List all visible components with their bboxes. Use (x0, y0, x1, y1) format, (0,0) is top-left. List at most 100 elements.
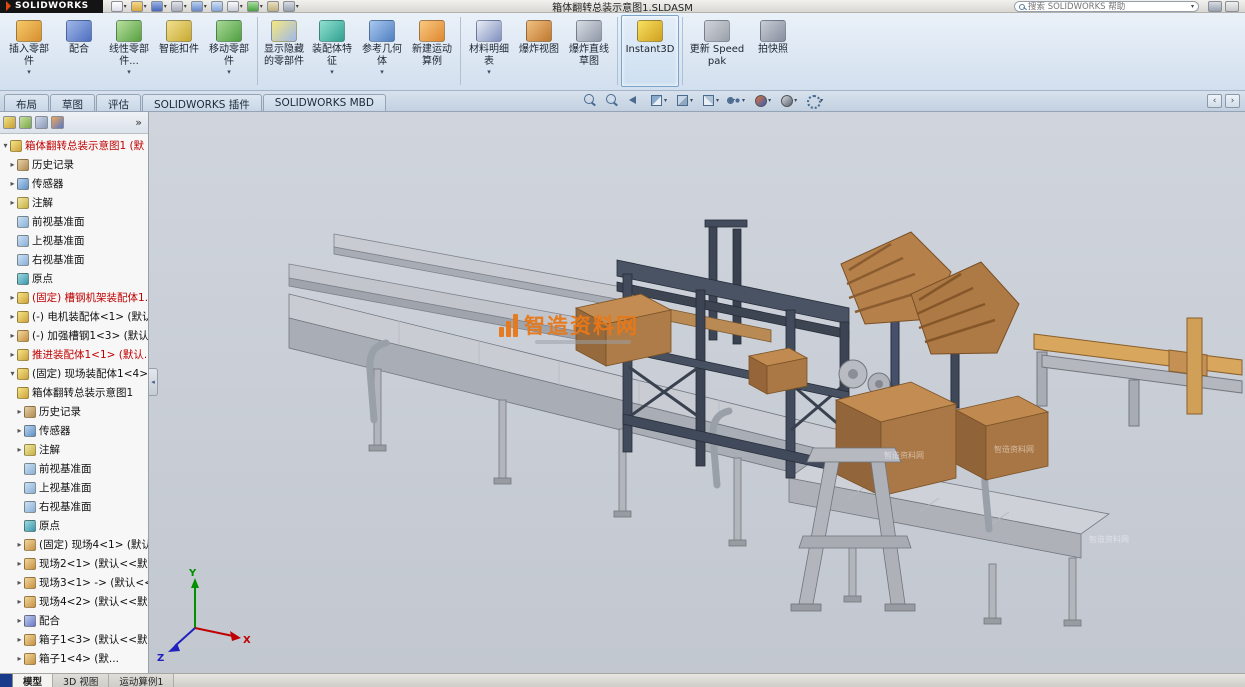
save-button[interactable]: ▾ (151, 1, 167, 12)
help-search-box[interactable]: ▾ (1014, 1, 1199, 12)
configurationmanager-tab[interactable] (35, 116, 48, 129)
view-settings-button[interactable]: ▾ (804, 93, 823, 107)
ribbon-button-linear-component-pattern[interactable]: 线性零部件...▾ (104, 15, 154, 87)
undo-button[interactable]: ▾ (191, 1, 207, 12)
command-tab-0[interactable]: 布局 (4, 94, 49, 111)
expand-arrow-icon[interactable]: ▾ (8, 369, 17, 378)
open-button[interactable]: ▾ (131, 1, 147, 12)
expand-arrow-icon[interactable]: ▸ (8, 350, 17, 359)
command-tab-2[interactable]: 评估 (96, 94, 141, 111)
tree-item[interactable]: 上视基准面 (0, 478, 148, 497)
tree-item[interactable]: 右视基准面 (0, 497, 148, 516)
tree-item[interactable]: 上视基准面 (0, 231, 148, 250)
expand-arrow-icon[interactable]: ▸ (8, 293, 17, 302)
ribbon-button-mate[interactable]: 配合 (54, 15, 104, 87)
zoom-area-button[interactable] (604, 93, 619, 107)
tree-item[interactable]: 前视基准面 (0, 212, 148, 231)
status-tab-0[interactable]: 模型 (13, 674, 53, 687)
expand-arrow-icon[interactable]: ▸ (15, 635, 24, 644)
rebuild-button[interactable]: ▾ (247, 1, 263, 12)
search-input[interactable] (1028, 2, 1188, 12)
status-tab-1[interactable]: 3D 视图 (53, 674, 109, 687)
command-tab-3[interactable]: SOLIDWORKS 插件 (142, 94, 262, 111)
ribbon-button-instant3d[interactable]: Instant3D (621, 15, 679, 87)
ribbon-button-exploded-view[interactable]: 爆炸视图 (514, 15, 564, 87)
window-menu-icon[interactable] (1225, 1, 1239, 12)
tree-item[interactable]: ▸现场4<2> (默认<<默 (0, 592, 148, 611)
expand-arrow-icon[interactable]: ▸ (15, 426, 24, 435)
status-tab-2[interactable]: 运动算例1 (109, 674, 174, 687)
file-properties-button[interactable] (267, 1, 279, 12)
tree-item[interactable]: ▸箱子1<3> (默认<<默认 (0, 630, 148, 649)
ribbon-button-update-speedpak[interactable]: 更新 Speedpak (686, 15, 748, 87)
commandmanager-prev-button[interactable]: ‹ (1207, 94, 1222, 108)
tab-strip-corner[interactable] (0, 674, 13, 687)
edit-appearance-button[interactable]: ▾ (752, 93, 771, 107)
tree-item[interactable]: ▸现场2<1> (默认<<默 (0, 554, 148, 573)
previous-view-button[interactable] (626, 93, 641, 107)
expand-arrow-icon[interactable]: ▸ (15, 578, 24, 587)
tree-item[interactable]: ▸注解 (0, 440, 148, 459)
expand-arrow-icon[interactable]: ▸ (15, 654, 24, 663)
command-tab-1[interactable]: 草图 (50, 94, 95, 111)
tree-item[interactable]: ▸(固定) 槽钢机架装配体1... (0, 288, 148, 307)
tree-item[interactable]: 箱体翻转总装示意图1 (0, 383, 148, 402)
expand-arrow-icon[interactable]: ▸ (15, 407, 24, 416)
featuremanager-flyout-arrow[interactable]: ◂ (149, 368, 158, 396)
ribbon-button-move-component[interactable]: 移动零部件▾ (204, 15, 254, 87)
new-button[interactable]: ▾ (111, 1, 127, 12)
propertymanager-tab[interactable] (19, 116, 32, 129)
tree-item[interactable]: ▸现场3<1> -> (默认<< (0, 573, 148, 592)
tree-item[interactable]: ▸历史记录 (0, 155, 148, 174)
help-icon[interactable] (1208, 1, 1222, 12)
zoom-fit-button[interactable] (582, 93, 597, 107)
viewport[interactable]: 智造资料网 智造资料网 智造资料网 Y X Z 智造资料网 (149, 112, 1245, 673)
tree-item[interactable]: ▸箱子1<4> (默... (0, 649, 148, 668)
search-caret-icon[interactable]: ▾ (1191, 3, 1194, 10)
tree-item[interactable]: ▸推进装配体1<1> (默认... (0, 345, 148, 364)
ribbon-button-insert-component[interactable]: 插入零部件▾ (4, 15, 54, 87)
hide-show-items-button[interactable]: ▾ (726, 93, 745, 107)
ribbon-button-explode-line-sketch[interactable]: 爆炸直线草图 (564, 15, 614, 87)
expand-arrow-icon[interactable]: ▸ (8, 160, 17, 169)
tree-item[interactable]: 右视基准面 (0, 250, 148, 269)
expand-arrow-icon[interactable]: ▸ (15, 559, 24, 568)
expand-arrow-icon[interactable]: ▸ (8, 312, 17, 321)
expand-arrow-icon[interactable]: ▸ (8, 198, 17, 207)
commandmanager-next-button[interactable]: › (1225, 94, 1240, 108)
tree-item[interactable]: ▸传感器 (0, 174, 148, 193)
command-tab-4[interactable]: SOLIDWORKS MBD (263, 94, 386, 111)
expand-arrow-icon[interactable]: ▸ (15, 445, 24, 454)
featuremanager-tab[interactable] (3, 116, 16, 129)
tree-item[interactable]: ▸注解 (0, 193, 148, 212)
ribbon-button-show-hidden-components[interactable]: 显示隐藏的零部件 (261, 15, 307, 87)
tree-item[interactable]: ▸(固定) 现场4<1> (默认... (0, 535, 148, 554)
tree-item[interactable]: ▸历史记录 (0, 402, 148, 421)
ribbon-button-bill-of-materials[interactable]: 材料明细表▾ (464, 15, 514, 87)
redo-button[interactable] (211, 1, 223, 12)
expand-arrow-icon[interactable]: ▸ (15, 540, 24, 549)
view-orientation-button[interactable]: ▾ (674, 93, 693, 107)
expand-arrow-icon[interactable]: ▸ (15, 597, 24, 606)
tree-item[interactable]: 原点 (0, 269, 148, 288)
tree-item[interactable]: 原点 (0, 516, 148, 535)
tree-item[interactable]: ▸(-) 加强槽钢1<3> (默认<<... (0, 326, 148, 345)
ribbon-button-assembly-features[interactable]: 装配体特征▾ (307, 15, 357, 87)
tree-item[interactable]: ▾(固定) 现场装配体1<4> (默 (0, 364, 148, 383)
expand-arrow-icon[interactable]: ▸ (8, 331, 17, 340)
display-style-button[interactable]: ▾ (700, 93, 719, 107)
section-view-button[interactable]: ▾ (648, 93, 667, 107)
apply-scene-button[interactable]: ▾ (778, 93, 797, 107)
ribbon-button-reference-geometry[interactable]: 参考几何体▾ (357, 15, 407, 87)
tree-item[interactable]: ▾箱体翻转总装示意图1 (默 (0, 136, 148, 155)
expand-arrow-icon[interactable]: ▸ (15, 616, 24, 625)
tree-item[interactable]: ▸(-) 电机装配体<1> (默认<... (0, 307, 148, 326)
tree-item[interactable]: 前视基准面 (0, 459, 148, 478)
tree-item[interactable]: ▸传感器 (0, 421, 148, 440)
ribbon-button-take-snapshot[interactable]: 拍快照 (748, 15, 798, 87)
expand-arrow-icon[interactable]: ▾ (1, 141, 10, 150)
select-button[interactable]: ▾ (227, 1, 243, 12)
displaymanager-tab[interactable] (51, 116, 64, 129)
ribbon-button-smart-fasteners[interactable]: 智能扣件 (154, 15, 204, 87)
tree-item[interactable]: ▸配合 (0, 611, 148, 630)
